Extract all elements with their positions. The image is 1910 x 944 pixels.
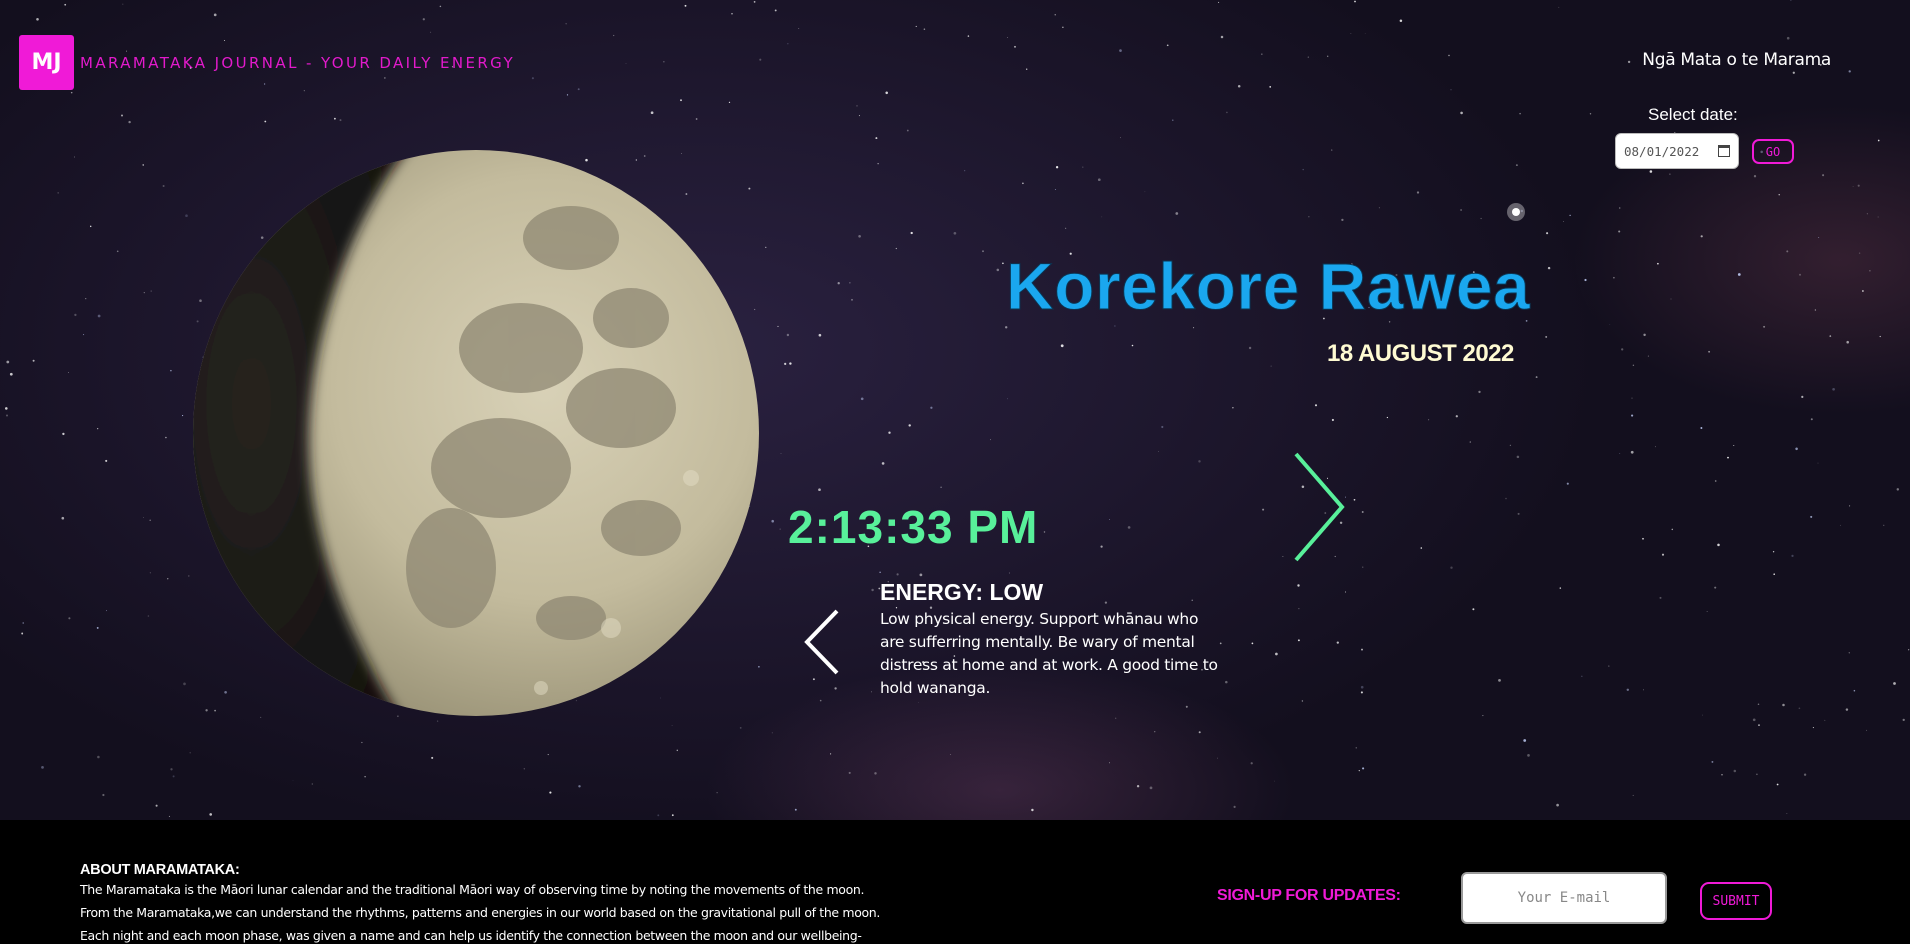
email-placeholder: Your E-mail: [1517, 890, 1611, 906]
date-input-value: 08/01/2022: [1624, 143, 1700, 159]
about-text-line: From the Maramataka,we can understand th…: [80, 905, 880, 920]
logo[interactable]: MJ: [19, 35, 74, 90]
date-input[interactable]: 08/01/2022: [1615, 133, 1739, 169]
about-text-line: The Maramataka is the Māori lunar calend…: [80, 882, 865, 897]
about-text-line: Each night and each moon phase, was give…: [80, 928, 862, 943]
email-input[interactable]: Your E-mail: [1461, 872, 1667, 924]
footer: ABOUT MARAMATAKA: The Maramataka is the …: [0, 820, 1910, 944]
calendar-icon[interactable]: [1718, 145, 1730, 157]
chevron-left-icon[interactable]: [802, 607, 842, 677]
current-time: 2:13:33 PM: [788, 501, 1039, 553]
about-title: ABOUT MARAMATAKA:: [80, 862, 240, 878]
chevron-right-icon[interactable]: [1290, 448, 1350, 566]
signup-label: SIGN-UP FOR UPDATES:: [1217, 887, 1401, 904]
hero-section: MJ MARAMATAKA JOURNAL - YOUR DAILY ENERG…: [0, 0, 1910, 820]
moon-phase-name: Korekore Rawea: [1005, 249, 1531, 324]
date-label: Select date:: [1648, 105, 1738, 124]
nav-link-moon-phases[interactable]: Ngā Mata o te Marama: [1642, 50, 1831, 70]
brand[interactable]: MJ MARAMATAKA JOURNAL - YOUR DAILY ENERG…: [19, 35, 515, 90]
go-button[interactable]: GO: [1752, 139, 1794, 164]
moon-image: [193, 150, 759, 716]
energy-description: Low physical energy. Support whānau who …: [880, 610, 1218, 697]
page: MJ MARAMATAKA JOURNAL - YOUR DAILY ENERG…: [0, 0, 1910, 944]
site-title: MARAMATAKA JOURNAL - YOUR DAILY ENERGY: [80, 53, 516, 72]
energy-title: ENERGY: LOW: [880, 579, 1044, 605]
moon-phase-date: 18 AUGUST 2022: [1327, 340, 1514, 367]
submit-button[interactable]: SUBMIT: [1700, 882, 1772, 920]
